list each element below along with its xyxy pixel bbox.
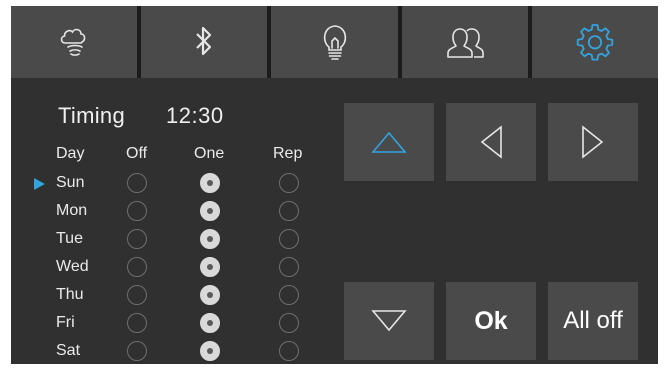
radio-one[interactable] bbox=[200, 285, 220, 305]
arrow-right-icon bbox=[582, 125, 604, 159]
timing-title: Timing bbox=[58, 103, 125, 128]
selected-day-marker-icon bbox=[34, 178, 45, 190]
radio-rep[interactable] bbox=[279, 257, 299, 277]
column-header-off: Off bbox=[126, 145, 148, 162]
day-row: Wed bbox=[11, 257, 331, 285]
radio-off[interactable] bbox=[127, 341, 147, 361]
day-row: Thu bbox=[11, 285, 331, 313]
up-button[interactable] bbox=[344, 103, 434, 181]
light-bulb-icon bbox=[323, 25, 346, 60]
day-label[interactable]: Thu bbox=[56, 285, 84, 305]
radio-off[interactable] bbox=[127, 257, 147, 277]
tab-lighting[interactable] bbox=[271, 6, 398, 78]
day-label[interactable]: Tue bbox=[56, 229, 83, 249]
column-header-day: Day bbox=[56, 145, 85, 162]
radio-one[interactable] bbox=[200, 313, 220, 333]
radio-off[interactable] bbox=[127, 173, 147, 193]
radio-one[interactable] bbox=[200, 201, 220, 221]
day-label[interactable]: Sat bbox=[56, 341, 80, 361]
timer-settings-screen: Timing 12:30 Day Off One Rep Sun Mon Tue We… bbox=[11, 6, 659, 364]
arrow-up-icon bbox=[371, 131, 407, 153]
radio-one[interactable] bbox=[200, 257, 220, 277]
radio-off[interactable] bbox=[127, 285, 147, 305]
all-off-button-label: All off bbox=[563, 307, 623, 334]
all-off-button[interactable]: All off bbox=[548, 282, 638, 360]
radio-rep[interactable] bbox=[279, 285, 299, 305]
radio-rep[interactable] bbox=[279, 229, 299, 249]
tab-settings[interactable] bbox=[531, 6, 659, 78]
column-header-one: One bbox=[194, 145, 225, 162]
radio-one[interactable] bbox=[200, 229, 220, 249]
settings-gear-icon bbox=[576, 24, 614, 61]
radio-one[interactable] bbox=[200, 173, 220, 193]
tab-users[interactable] bbox=[401, 6, 528, 78]
radio-rep[interactable] bbox=[279, 201, 299, 221]
radio-rep[interactable] bbox=[279, 313, 299, 333]
ok-button-label: Ok bbox=[474, 306, 508, 335]
radio-off[interactable] bbox=[127, 313, 147, 333]
timing-clock: 12:30 bbox=[166, 103, 224, 128]
day-label[interactable]: Fri bbox=[56, 313, 75, 333]
arrow-down-icon bbox=[371, 310, 407, 332]
radio-one[interactable] bbox=[200, 341, 220, 361]
tab-weather[interactable] bbox=[11, 6, 138, 78]
radio-off[interactable] bbox=[127, 201, 147, 221]
tab-bluetooth[interactable] bbox=[141, 6, 268, 78]
day-row: Fri bbox=[11, 313, 331, 341]
day-label[interactable]: Mon bbox=[56, 201, 87, 221]
weather-cloud-icon bbox=[60, 28, 86, 56]
radio-rep[interactable] bbox=[279, 173, 299, 193]
bluetooth-icon bbox=[196, 26, 212, 56]
day-row: Tue bbox=[11, 229, 331, 257]
right-button[interactable] bbox=[548, 103, 638, 181]
day-row: Mon bbox=[11, 201, 331, 229]
radio-rep[interactable] bbox=[279, 341, 299, 361]
ok-button[interactable]: Ok bbox=[446, 282, 536, 360]
day-label[interactable]: Wed bbox=[56, 257, 89, 277]
day-row: Sun bbox=[11, 173, 331, 201]
arrow-left-icon bbox=[480, 125, 502, 159]
day-label[interactable]: Sun bbox=[56, 173, 84, 193]
left-button[interactable] bbox=[446, 103, 536, 181]
top-tab-bar bbox=[11, 6, 659, 78]
column-header-rep: Rep bbox=[273, 145, 303, 162]
day-row: Sat bbox=[11, 341, 331, 369]
radio-off[interactable] bbox=[127, 229, 147, 249]
users-icon bbox=[446, 28, 484, 58]
down-button[interactable] bbox=[344, 282, 434, 360]
